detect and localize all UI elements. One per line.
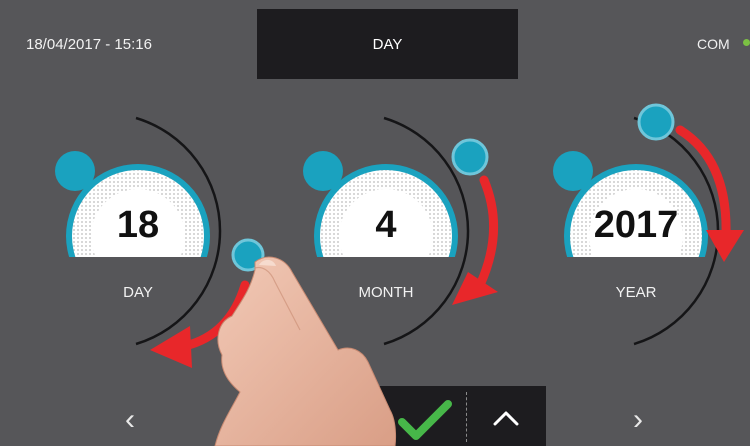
check-icon — [398, 400, 452, 440]
month-swipe-arrow — [475, 175, 499, 290]
chevron-left-icon: ‹ — [125, 403, 135, 436]
year-value: 2017 — [594, 204, 679, 246]
confirm-button[interactable] — [386, 392, 466, 446]
dials-graphic: 18 DAY 4 MONTH 2017 YEAR — [55, 103, 744, 368]
device-screen: 18/04/2017 - 15:16 DAY COM 18 DAY 4 MONT… — [0, 0, 750, 446]
day-swipe-arrow — [180, 280, 250, 351]
up-button[interactable] — [467, 392, 546, 446]
prev-button[interactable]: ‹ — [110, 398, 150, 442]
month-label: MONTH — [359, 284, 414, 301]
month-value: 4 — [375, 204, 396, 246]
chevron-up-icon — [493, 411, 519, 426]
year-label: YEAR — [616, 284, 657, 301]
year-dial-knob — [553, 151, 593, 191]
day-dial-knob — [55, 151, 95, 191]
day-value: 18 — [117, 204, 159, 246]
year-slider-handle — [637, 103, 675, 141]
month-slider-handle — [451, 138, 489, 176]
next-button[interactable]: › — [618, 398, 658, 442]
day-label: DAY — [123, 284, 153, 301]
day-slider-handle — [231, 238, 265, 272]
month-dial[interactable] — [303, 116, 499, 346]
month-dial-knob — [303, 151, 343, 191]
chevron-right-icon: › — [633, 403, 643, 436]
